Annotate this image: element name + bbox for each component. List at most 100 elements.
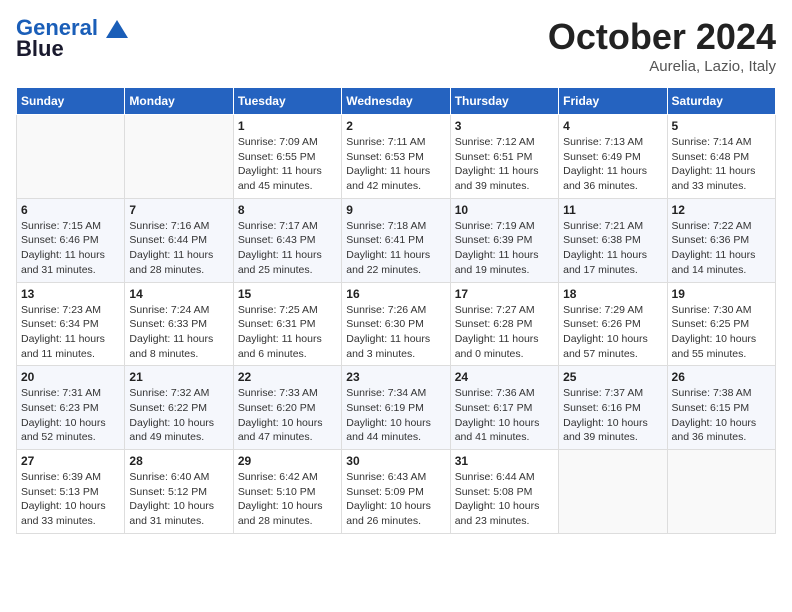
day-number: 31 [455, 454, 554, 468]
day-number: 27 [21, 454, 120, 468]
day-info: Sunrise: 7:36 AMSunset: 6:17 PMDaylight:… [455, 386, 554, 445]
calendar-cell [667, 450, 775, 534]
day-number: 16 [346, 287, 445, 301]
calendar-week-4: 20 Sunrise: 7:31 AMSunset: 6:23 PMDayligh… [17, 366, 776, 450]
day-number: 22 [238, 370, 337, 384]
weekday-header-thursday: Thursday [450, 88, 558, 115]
day-info: Sunrise: 7:38 AMSunset: 6:15 PMDaylight:… [672, 386, 771, 445]
day-info: Sunrise: 7:11 AMSunset: 6:53 PMDaylight:… [346, 135, 445, 194]
calendar-cell: 9Sunrise: 7:18 AMSunset: 6:41 PMDaylight… [342, 198, 450, 282]
calendar-week-2: 6 Sunrise: 7:15 AMSunset: 6:46 PMDaylight… [17, 198, 776, 282]
day-number: 1 [238, 119, 337, 133]
title-block: October 2024 Aurelia, Lazio, Italy [548, 16, 776, 75]
day-number: 12 [672, 203, 771, 217]
day-number: 5 [672, 119, 771, 133]
day-info: Sunrise: 7:15 AMSunset: 6:46 PMDaylight:… [21, 219, 120, 278]
calendar-cell [17, 115, 125, 199]
day-number: 26 [672, 370, 771, 384]
day-number: 15 [238, 287, 337, 301]
day-info: Sunrise: 7:30 AMSunset: 6:25 PMDaylight:… [672, 303, 771, 362]
day-number: 2 [346, 119, 445, 133]
day-number: 3 [455, 119, 554, 133]
day-number: 28 [129, 454, 228, 468]
calendar-week-5: 27 Sunrise: 6:39 AMSunset: 5:13 PMDayligh… [17, 450, 776, 534]
calendar-cell: 20 Sunrise: 7:31 AMSunset: 6:23 PMDayligh… [17, 366, 125, 450]
calendar-cell: 23 Sunrise: 7:34 AMSunset: 6:19 PMDayligh… [342, 366, 450, 450]
day-info: Sunrise: 6:44 AMSunset: 5:08 PMDaylight:… [455, 470, 554, 529]
day-info: Sunrise: 7:16 AMSunset: 6:44 PMDaylight:… [129, 219, 228, 278]
calendar-cell: 17 Sunrise: 7:27 AMSunset: 6:28 PMDayligh… [450, 282, 558, 366]
calendar-cell: 29Sunrise: 6:42 AMSunset: 5:10 PMDayligh… [233, 450, 341, 534]
day-number: 8 [238, 203, 337, 217]
calendar-cell: 27 Sunrise: 6:39 AMSunset: 5:13 PMDayligh… [17, 450, 125, 534]
day-number: 10 [455, 203, 554, 217]
day-info: Sunrise: 7:22 AMSunset: 6:36 PMDaylight:… [672, 219, 771, 278]
calendar-table: SundayMondayTuesdayWednesdayThursdayFrid… [16, 87, 776, 534]
day-number: 14 [129, 287, 228, 301]
calendar-cell: 14 Sunrise: 7:24 AMSunset: 6:33 PMDayligh… [125, 282, 233, 366]
day-info: Sunrise: 7:19 AMSunset: 6:39 PMDaylight:… [455, 219, 554, 278]
calendar-week-1: 1Sunrise: 7:09 AMSunset: 6:55 PMDaylight… [17, 115, 776, 199]
day-info: Sunrise: 7:37 AMSunset: 6:16 PMDaylight:… [563, 386, 662, 445]
weekday-header-sunday: Sunday [17, 88, 125, 115]
day-number: 18 [563, 287, 662, 301]
day-number: 9 [346, 203, 445, 217]
calendar-cell: 19Sunrise: 7:30 AMSunset: 6:25 PMDayligh… [667, 282, 775, 366]
calendar-cell: 4 Sunrise: 7:13 AMSunset: 6:49 PMDaylight… [559, 115, 667, 199]
day-info: Sunrise: 7:29 AMSunset: 6:26 PMDaylight:… [563, 303, 662, 362]
day-info: Sunrise: 7:24 AMSunset: 6:33 PMDaylight:… [129, 303, 228, 362]
calendar-cell: 8Sunrise: 7:17 AMSunset: 6:43 PMDaylight… [233, 198, 341, 282]
weekday-header-saturday: Saturday [667, 88, 775, 115]
day-info: Sunrise: 6:43 AMSunset: 5:09 PMDaylight:… [346, 470, 445, 529]
calendar-cell: 26 Sunrise: 7:38 AMSunset: 6:15 PMDayligh… [667, 366, 775, 450]
weekday-header-tuesday: Tuesday [233, 88, 341, 115]
day-info: Sunrise: 7:33 AMSunset: 6:20 PMDaylight:… [238, 386, 337, 445]
calendar-cell: 28 Sunrise: 6:40 AMSunset: 5:12 PMDayligh… [125, 450, 233, 534]
day-number: 17 [455, 287, 554, 301]
calendar-cell: 16 Sunrise: 7:26 AMSunset: 6:30 PMDayligh… [342, 282, 450, 366]
calendar-cell [125, 115, 233, 199]
day-number: 7 [129, 203, 228, 217]
page-header: General Blue October 2024 Aurelia, Lazio… [16, 16, 776, 75]
day-number: 20 [21, 370, 120, 384]
day-info: Sunrise: 7:27 AMSunset: 6:28 PMDaylight:… [455, 303, 554, 362]
calendar-cell: 21Sunrise: 7:32 AMSunset: 6:22 PMDayligh… [125, 366, 233, 450]
calendar-cell: 2 Sunrise: 7:11 AMSunset: 6:53 PMDaylight… [342, 115, 450, 199]
weekday-header-friday: Friday [559, 88, 667, 115]
day-info: Sunrise: 7:14 AMSunset: 6:48 PMDaylight:… [672, 135, 771, 194]
day-number: 30 [346, 454, 445, 468]
day-info: Sunrise: 7:26 AMSunset: 6:30 PMDaylight:… [346, 303, 445, 362]
calendar-cell: 13Sunrise: 7:23 AMSunset: 6:34 PMDayligh… [17, 282, 125, 366]
calendar-cell: 7 Sunrise: 7:16 AMSunset: 6:44 PMDaylight… [125, 198, 233, 282]
day-number: 11 [563, 203, 662, 217]
weekday-header-wednesday: Wednesday [342, 88, 450, 115]
day-number: 29 [238, 454, 337, 468]
day-info: Sunrise: 6:39 AMSunset: 5:13 PMDaylight:… [21, 470, 120, 529]
calendar-cell: 24 Sunrise: 7:36 AMSunset: 6:17 PMDayligh… [450, 366, 558, 450]
day-info: Sunrise: 7:23 AMSunset: 6:34 PMDaylight:… [21, 303, 120, 362]
day-info: Sunrise: 7:34 AMSunset: 6:19 PMDaylight:… [346, 386, 445, 445]
day-info: Sunrise: 7:31 AMSunset: 6:23 PMDaylight:… [21, 386, 120, 445]
day-info: Sunrise: 7:21 AMSunset: 6:38 PMDaylight:… [563, 219, 662, 278]
day-info: Sunrise: 7:12 AMSunset: 6:51 PMDaylight:… [455, 135, 554, 194]
day-info: Sunrise: 7:13 AMSunset: 6:49 PMDaylight:… [563, 135, 662, 194]
calendar-cell: 18 Sunrise: 7:29 AMSunset: 6:26 PMDayligh… [559, 282, 667, 366]
calendar-cell: 30 Sunrise: 6:43 AMSunset: 5:09 PMDayligh… [342, 450, 450, 534]
calendar-cell: 5 Sunrise: 7:14 AMSunset: 6:48 PMDaylight… [667, 115, 775, 199]
day-number: 4 [563, 119, 662, 133]
calendar-cell: 25 Sunrise: 7:37 AMSunset: 6:16 PMDayligh… [559, 366, 667, 450]
calendar-cell: 12 Sunrise: 7:22 AMSunset: 6:36 PMDayligh… [667, 198, 775, 282]
weekday-header-monday: Monday [125, 88, 233, 115]
day-number: 25 [563, 370, 662, 384]
day-number: 6 [21, 203, 120, 217]
day-number: 24 [455, 370, 554, 384]
calendar-cell: 1Sunrise: 7:09 AMSunset: 6:55 PMDaylight… [233, 115, 341, 199]
calendar-cell: 11 Sunrise: 7:21 AMSunset: 6:38 PMDayligh… [559, 198, 667, 282]
calendar-cell: 31 Sunrise: 6:44 AMSunset: 5:08 PMDayligh… [450, 450, 558, 534]
calendar-week-3: 13Sunrise: 7:23 AMSunset: 6:34 PMDayligh… [17, 282, 776, 366]
day-number: 23 [346, 370, 445, 384]
day-number: 21 [129, 370, 228, 384]
day-info: Sunrise: 6:40 AMSunset: 5:12 PMDaylight:… [129, 470, 228, 529]
location-subtitle: Aurelia, Lazio, Italy [548, 58, 776, 75]
month-title: October 2024 [548, 16, 776, 58]
